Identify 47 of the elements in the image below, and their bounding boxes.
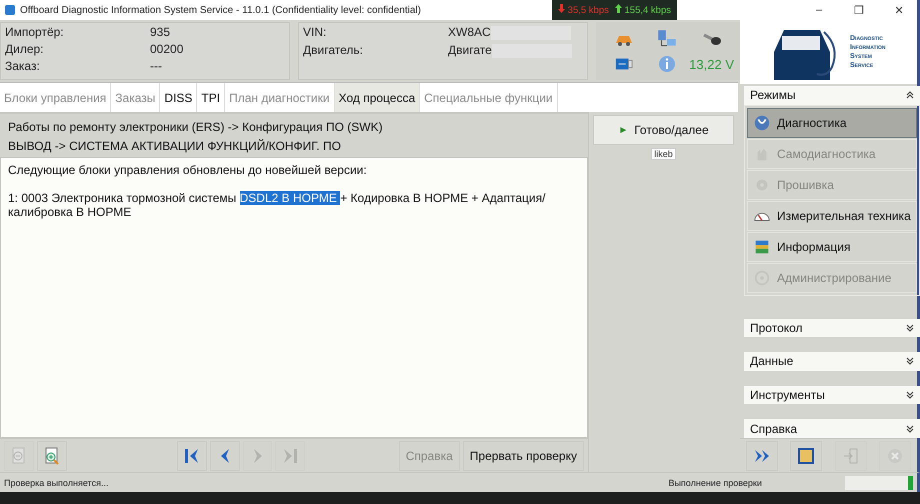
window-title: Offboard Diagnostic Information System Service - 11.0.1 (Confidentiality level: confidential) bbox=[20, 4, 422, 16]
zoom-button[interactable] bbox=[36, 440, 67, 470]
abort-button[interactable]: Прервать проверку bbox=[462, 440, 584, 470]
next-button[interactable]: ► Готово/далее bbox=[593, 115, 734, 145]
breadcrumb-text: Работы по ремонту электроники (ERS) -> Конфигурация ПО (SWK) bbox=[8, 120, 384, 134]
field-label: VIN: bbox=[303, 25, 328, 40]
field-value: --- bbox=[150, 59, 163, 73]
mode-item[interactable]: Информация bbox=[747, 232, 917, 262]
field-label: Заказ: bbox=[5, 59, 41, 73]
section-header[interactable]: Инструменты bbox=[744, 386, 920, 404]
info-icon bbox=[657, 54, 678, 74]
minimize-button[interactable]: – bbox=[801, 3, 837, 17]
battery-voltage: 13,22 V bbox=[689, 56, 734, 72]
nav-button[interactable] bbox=[176, 440, 207, 470]
mode-item[interactable]: Диагностика bbox=[747, 108, 917, 138]
result-intro: Следующие блоки управления обновлены до новейшей версии: bbox=[8, 163, 368, 177]
tab[interactable]: Ход процесса bbox=[334, 83, 420, 112]
progress-bar bbox=[845, 476, 913, 490]
section-header[interactable]: Режимы bbox=[744, 86, 920, 105]
tool-button[interactable] bbox=[746, 440, 778, 470]
field-value: 00200 bbox=[150, 42, 184, 56]
restore-button[interactable]: ❐ bbox=[841, 2, 877, 18]
result-line: 1: 0003 Электроника тормозной системы DSDL2 В НОРМЕ + Кодировка В НОРМЕ + Адаптация/калибровка В НОРМЕ bbox=[8, 191, 546, 219]
download-speed: 35,5 kbps bbox=[558, 4, 609, 16]
field-label: Двигатель: bbox=[303, 42, 364, 58]
mode-item[interactable]: Измерительная техника bbox=[747, 200, 917, 231]
section-header[interactable]: Справка bbox=[744, 419, 920, 438]
field-label: Импортёр: bbox=[5, 25, 65, 39]
field-value: XW8AC bbox=[448, 25, 491, 39]
progress-label: Выполнение проверки bbox=[668, 478, 762, 488]
up-arrow-icon bbox=[614, 4, 622, 13]
nav-button[interactable] bbox=[210, 440, 240, 470]
field-label: Дилер: bbox=[5, 42, 45, 56]
field-value: 935 bbox=[150, 25, 172, 39]
section-header[interactable]: Данные bbox=[744, 352, 920, 371]
close-button[interactable]: ✕ bbox=[881, 2, 917, 18]
app-icon bbox=[4, 4, 16, 16]
upload-speed: 155,4 kbps bbox=[614, 4, 671, 16]
tooltip: likeb bbox=[651, 148, 676, 160]
breadcrumb-text: ВЫВОД -> СИСТЕМА АКТИВАЦИИ ФУНКЦИЙ/КОНФИГ. ПО bbox=[8, 139, 342, 153]
books-icon bbox=[753, 238, 771, 256]
frame-icon bbox=[796, 446, 816, 466]
tool-button[interactable] bbox=[790, 440, 822, 470]
section-header[interactable]: Протокол bbox=[744, 318, 920, 338]
status-text: Проверка выполняется... bbox=[4, 478, 108, 488]
down-arrow-icon bbox=[558, 4, 566, 13]
field-value: Двигате bbox=[448, 42, 492, 57]
